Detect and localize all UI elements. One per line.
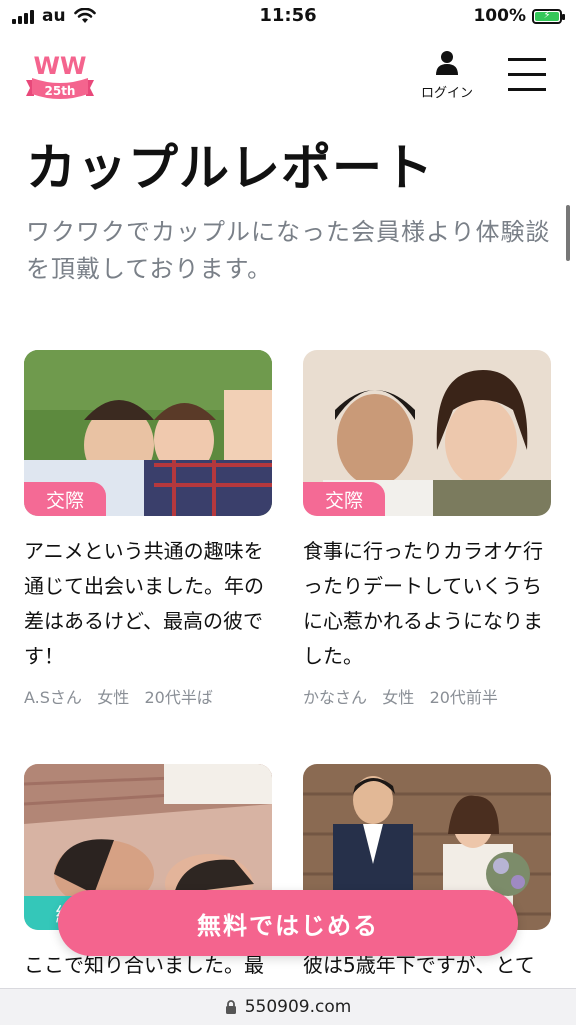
start-free-button[interactable]: 無料ではじめる (58, 890, 518, 956)
logo-text: WW (34, 52, 87, 80)
report-card[interactable]: 交際 アニメという共通の趣味を通じて出会いました。年の差はあるけど、最高の彼です… (24, 350, 272, 708)
author-age: 20代前半 (429, 688, 498, 707)
category-badge: 交際 (24, 482, 106, 516)
login-button[interactable]: ログイン (412, 50, 482, 101)
site-logo[interactable]: WW 25th (24, 50, 96, 106)
battery-icon: ⚡ (532, 8, 565, 24)
card-text: 食事に行ったりカラオケ行ったりデートしていくうちに心惹かれるようになりました。 (303, 539, 543, 668)
status-bar: au 11:56 100% ⚡ (0, 0, 576, 34)
report-card[interactable]: 交際 食事に行ったりカラオケ行ったりデートしていくうちに心惹かれるようになりまし… (303, 350, 551, 708)
card-text: アニメという共通の趣味を通じて出会いました。年の差はあるけど、最高の彼です！ (24, 539, 264, 668)
couple-photo: 交際 (24, 350, 272, 516)
author-name: かなさん (303, 688, 368, 707)
category-badge: 交際 (303, 482, 385, 516)
login-label: ログイン (420, 86, 473, 101)
hamburger-menu-icon[interactable] (508, 58, 546, 91)
author-name: A.Sさん (24, 688, 82, 707)
user-icon (436, 51, 458, 75)
battery-status: 100% ⚡ (473, 6, 565, 26)
author-gender: 女性 (382, 688, 415, 707)
card-meta: A.Sさん 女性 20代半ば (24, 684, 272, 708)
card-meta: かなさん 女性 20代前半 (303, 684, 551, 708)
page-lead: ワクワクでカップルになった会員様より体験談を頂戴しております。 (26, 218, 551, 283)
browser-url-bar[interactable]: 550909.com (0, 988, 576, 1025)
page-title: カップルレポート (26, 139, 434, 197)
scrollbar[interactable] (566, 205, 570, 261)
author-age: 20代半ば (144, 688, 213, 707)
url-text: 550909.com (244, 997, 352, 1017)
couple-photo: 交際 (303, 350, 551, 516)
battery-percent: 100% (473, 6, 526, 26)
lock-icon (225, 999, 236, 1014)
author-gender: 女性 (97, 688, 130, 707)
logo-ribbon-text: 25th (45, 84, 76, 98)
